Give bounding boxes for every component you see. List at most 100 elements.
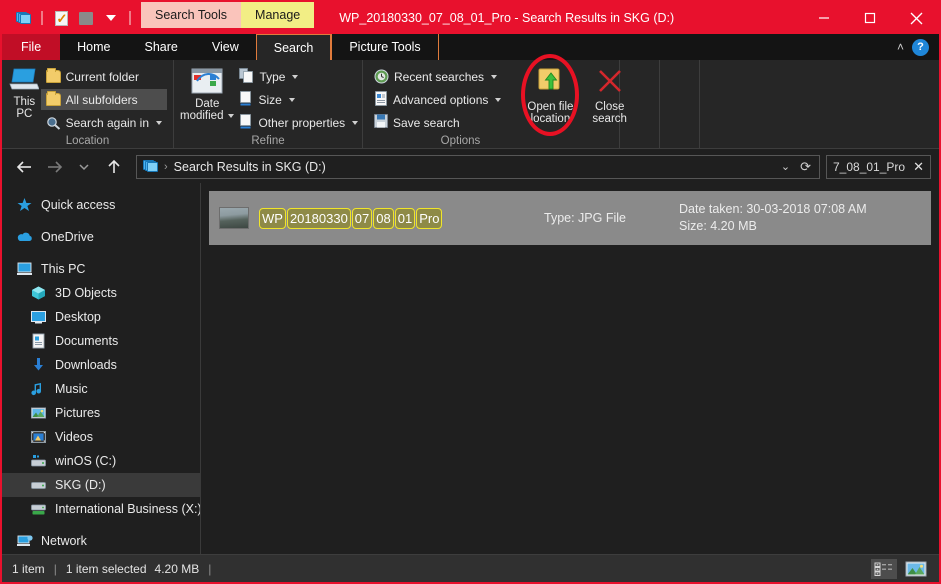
search-again-in-button[interactable]: Search again in (41, 112, 167, 133)
contextual-tab-manage[interactable]: Manage (241, 2, 315, 28)
other-properties-icon (239, 113, 253, 132)
sidebar-item-videos[interactable]: Videos (2, 425, 200, 449)
tab-picture-tools[interactable]: Picture Tools (331, 34, 439, 60)
status-divider-2: | (208, 561, 212, 576)
sidebar-item-quick-access[interactable]: Quick access (2, 193, 200, 217)
pictures-icon (30, 405, 47, 421)
videos-icon (30, 429, 47, 445)
ribbon-group-location: This PC Current folder All subfolders Se… (2, 60, 174, 149)
file-thumbnail (219, 207, 249, 229)
tab-picture-tools-label: Picture Tools (349, 40, 421, 54)
sidebar-item-network[interactable]: Network (2, 529, 200, 553)
new-folder-icon[interactable] (75, 7, 97, 29)
file-meta: Date taken: 30-03-2018 07:08 AM Size: 4.… (679, 201, 867, 235)
size-button[interactable]: Size (234, 89, 363, 110)
current-folder-button[interactable]: Current folder (41, 66, 167, 87)
this-pc-label-2: PC (16, 108, 33, 120)
properties-icon[interactable] (50, 7, 72, 29)
large-icons-view-button[interactable] (903, 559, 929, 579)
sidebar-item-this-pc[interactable]: This PC (2, 257, 200, 281)
status-item-count: 1 item (12, 561, 45, 576)
location-options: Current folder All subfolders Search aga… (40, 64, 167, 133)
sidebar-item-onedrive[interactable]: OneDrive (2, 225, 200, 249)
breadcrumb[interactable]: › Search Results in SKG (D:) ⌄ ⟳ (136, 154, 820, 179)
chevron-down-icon (156, 120, 162, 125)
all-subfolders-button[interactable]: All subfolders (40, 89, 167, 110)
open-file-location-label-2: location (530, 113, 571, 125)
size-icon (239, 90, 253, 109)
help-icon[interactable]: ? (912, 38, 929, 56)
type-button[interactable]: Type (234, 66, 363, 87)
sidebar-item-3d-objects[interactable]: 3D Objects (2, 281, 200, 305)
view-buttons (871, 558, 929, 579)
back-button[interactable] (10, 154, 38, 180)
close-button[interactable] (893, 2, 939, 34)
address-bar: › Search Results in SKG (D:) ⌄ ⟳ 7_08_01… (2, 150, 939, 183)
open-file-location-button[interactable]: Open file location (522, 64, 578, 125)
tab-file[interactable]: File (2, 34, 61, 60)
status-selection: 1 item selected (65, 561, 147, 576)
contextual-tab-search-tools[interactable]: Search Tools (141, 2, 242, 28)
breadcrumb-dropdown-icon[interactable]: ⌄ (781, 160, 790, 173)
advanced-options-button[interactable]: Advanced options (369, 89, 506, 110)
up-button[interactable] (100, 154, 128, 180)
this-pc-icon (9, 67, 40, 93)
file-size: Size: 4.20 MB (679, 219, 757, 233)
sidebar-gap-1 (2, 217, 200, 225)
onedrive-cloud-icon (16, 229, 33, 245)
file-name-token: Pro (416, 207, 443, 229)
calendar-icon (191, 67, 223, 95)
tab-home[interactable]: Home (60, 34, 127, 60)
ribbon-group-spacer-1 (620, 60, 660, 149)
sidebar-item-documents[interactable]: Documents (2, 329, 200, 353)
sidebar-item-international-business-x[interactable]: International Business (X:) (2, 497, 200, 521)
search-results-folder-icon (143, 160, 158, 173)
file-name-token: 01 (394, 207, 416, 229)
customize-qat-caret-icon[interactable] (100, 7, 122, 29)
music-icon (30, 381, 47, 397)
file-list-pane: WP 20180330 07 08 01 Pro Type: JPG File … (201, 183, 939, 554)
tab-search[interactable]: Search (255, 34, 332, 60)
search-input[interactable]: 7_08_01_Pro ✕ (826, 154, 931, 179)
save-search-button[interactable]: Save search (369, 112, 506, 133)
recent-locations-button[interactable] (70, 154, 98, 180)
sidebar-item-skg-d[interactable]: SKG (D:) (2, 473, 200, 497)
ribbon-group-options-title: Options (440, 135, 481, 147)
sidebar-item-music-label: Music (55, 382, 88, 396)
maximize-button[interactable] (847, 2, 893, 34)
sidebar-item-downloads[interactable]: Downloads (2, 353, 200, 377)
details-view-button[interactable] (871, 558, 897, 579)
tab-view[interactable]: View (195, 34, 256, 60)
star-icon (16, 197, 33, 213)
recent-searches-button[interactable]: Recent searches (369, 66, 506, 87)
refresh-icon[interactable]: ⟳ (800, 159, 811, 175)
sidebar-item-international-business-x-label: International Business (X:) (55, 502, 201, 516)
sidebar-item-pictures[interactable]: Pictures (2, 401, 200, 425)
sidebar-item-winos-c[interactable]: winOS (C:) (2, 449, 200, 473)
file-name-token: WP (259, 207, 286, 229)
file-explorer-window: Search Tools Manage WP_20180330_07_08_01… (0, 0, 941, 584)
sidebar-item-music[interactable]: Music (2, 377, 200, 401)
clear-search-icon[interactable]: ✕ (913, 159, 924, 175)
other-properties-button[interactable]: Other properties (234, 112, 363, 133)
sidebar-item-pictures-label: Pictures (55, 406, 101, 420)
ribbon-group-location-title: Location (65, 135, 110, 147)
main-area: Quick access OneDrive This PC 3D Objects… (2, 183, 939, 554)
ribbon-group-spacer-2 (660, 60, 700, 149)
collapse-ribbon-icon[interactable]: ˄ (897, 40, 904, 54)
open-file-location-wrapper: Open file location (521, 53, 580, 136)
sidebar-item-onedrive-label: OneDrive (41, 230, 94, 244)
table-row[interactable]: WP 20180330 07 08 01 Pro Type: JPG File … (209, 191, 931, 245)
minimize-button[interactable] (801, 2, 847, 34)
this-pc-button[interactable]: This PC (8, 64, 41, 120)
folders-icon[interactable] (12, 7, 34, 29)
chevron-down-icon (491, 74, 498, 79)
sidebar-item-videos-label: Videos (55, 430, 93, 444)
sidebar-item-desktop[interactable]: Desktop (2, 305, 200, 329)
forward-button[interactable] (40, 154, 68, 180)
tab-share[interactable]: Share (128, 34, 195, 60)
chevron-down-icon (292, 74, 299, 79)
type-icon (239, 67, 254, 86)
date-modified-button[interactable]: Date modified (180, 64, 235, 122)
sidebar-gap-3 (2, 521, 200, 529)
